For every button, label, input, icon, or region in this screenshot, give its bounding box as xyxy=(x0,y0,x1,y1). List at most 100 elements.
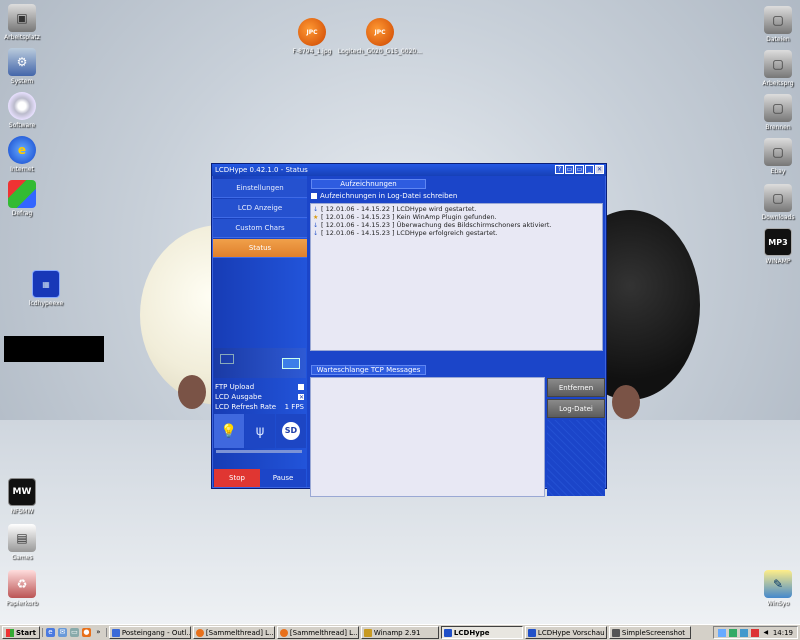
desktop-icon-internet[interactable]: e Internet xyxy=(0,136,50,173)
info-icon: ↓ xyxy=(313,205,319,213)
warning-icon: ★ xyxy=(313,213,319,221)
task-lcdhype-vorschau[interactable]: LCDHype Vorschau xyxy=(524,626,607,639)
desktop-icon-arbeitsprg[interactable]: ▢ Arbeitsprg xyxy=(750,50,800,87)
ie-quicklaunch-icon[interactable]: e xyxy=(45,628,55,637)
logfile-button[interactable]: Log-Datei xyxy=(547,399,605,418)
monitor-icon[interactable] xyxy=(739,628,748,637)
desktop-icon-brennen[interactable]: ▢ Brennen xyxy=(750,94,800,131)
arrows-icon xyxy=(220,354,234,364)
folder-icon: ▢ xyxy=(764,138,792,166)
help-button[interactable]: ? xyxy=(555,165,564,174)
jpg-file-icon: JPC xyxy=(298,18,326,46)
bulb-on-icon[interactable]: 💡 xyxy=(214,414,244,448)
brightness-slider[interactable] xyxy=(216,450,302,453)
lcdhype-icon xyxy=(443,628,452,637)
window-title: LCDHype 0.42.1.0 - Status xyxy=(215,166,308,174)
system-icon: ⚙ xyxy=(8,48,36,76)
sd-icon[interactable]: SD xyxy=(276,414,306,448)
log-list[interactable]: ↓ [ 12.01.06 - 14.15.22 ] LCDHype wird g… xyxy=(310,203,603,351)
pause-button[interactable]: Pause xyxy=(260,469,306,487)
desktop-icon-winsyo[interactable]: ✎ WinSyo xyxy=(750,570,800,607)
info-icon: ↓ xyxy=(313,229,319,237)
lcdhype-icon xyxy=(527,628,536,637)
outlook-quicklaunch-icon[interactable]: ✉ xyxy=(57,628,67,637)
start-button[interactable]: Start xyxy=(2,626,40,639)
action-icon-row: 💡 ψ SD xyxy=(214,414,306,448)
volume-icon[interactable]: ◀ xyxy=(762,629,770,637)
defrag-icon xyxy=(8,180,36,208)
sidebar-graphic xyxy=(214,348,306,378)
recycle-bin-icon: ♻ xyxy=(8,570,36,598)
ftp-upload-checkbox[interactable] xyxy=(298,383,304,390)
task-firefox-2[interactable]: [Sammelthread] L... xyxy=(276,626,359,639)
desktop-icon-software[interactable]: Software xyxy=(0,92,50,129)
log-entry: ↓ [ 12.01.06 - 14.15.23 ] LCDHype erfolg… xyxy=(313,229,498,237)
wallpaper-sheep-leg xyxy=(178,375,206,409)
log-entry: ★ [ 12.01.06 - 14.15.23 ] Kein WinAmp Pl… xyxy=(313,213,497,221)
sidebar: Einstellungen LCD Anzeige Custom Chars S… xyxy=(213,176,307,487)
folder-icon: ▢ xyxy=(764,6,792,34)
nav-einstellungen[interactable]: Einstellungen xyxy=(213,179,307,198)
lcd-screen-icon xyxy=(282,358,300,369)
folder-icon: ▢ xyxy=(764,184,792,212)
desktop-icon-system[interactable]: ⚙ System xyxy=(0,48,50,85)
log-to-file-option[interactable]: Aufzeichnungen in Log-Datei schreiben xyxy=(311,192,457,200)
desktop-icon-winamp[interactable]: MP3 WINAMP xyxy=(750,228,800,265)
folder-icon: ▢ xyxy=(764,94,792,122)
firefox-quicklaunch-icon[interactable]: ● xyxy=(81,628,91,637)
winsyo-icon: ✎ xyxy=(764,570,792,598)
restore-button[interactable]: ▭ xyxy=(575,165,584,174)
desktop-icon-lcdhypeexe[interactable]: ▦ lcdhypeexe xyxy=(18,270,74,307)
task-lcdhype[interactable]: LCDHype xyxy=(440,626,523,639)
nav-status[interactable]: Status xyxy=(213,239,307,258)
log-section-header: Aufzeichnungen xyxy=(311,179,426,189)
bulb-icon[interactable]: ψ xyxy=(245,414,275,448)
desktop-icon-ebay[interactable]: ▢ Ebay xyxy=(750,138,800,175)
nav-lcd-anzeige[interactable]: LCD Anzeige xyxy=(213,199,307,218)
task-winamp[interactable]: Winamp 2.91 xyxy=(360,626,439,639)
desktop-icon-defrag[interactable]: Defrag xyxy=(0,180,50,217)
firefox-icon xyxy=(279,628,288,637)
desktop-file-jpg-2[interactable]: JPC Logitech_G020_G15_0020... xyxy=(334,18,426,55)
mp3-icon: MP3 xyxy=(764,228,792,256)
lcdhype-window: LCDHype 0.42.1.0 - Status ? ▭ ▭ _ ✕ Eins… xyxy=(211,163,607,497)
desktop-icon-arbeitsplatz[interactable]: ▣ Arbeitsplatz xyxy=(0,4,50,41)
log-entry: ↓ [ 12.01.06 - 14.15.23 ] Überwachung de… xyxy=(313,221,552,229)
desktop-icon-papierkorb[interactable]: ♻ Papierkorb xyxy=(0,570,50,607)
nav-custom-chars[interactable]: Custom Chars xyxy=(213,219,307,238)
desktop-quicklaunch-icon[interactable]: ▭ xyxy=(69,628,79,637)
option-ftp-upload[interactable]: FTP Upload xyxy=(215,382,304,391)
desktop-icon-games[interactable]: ▤ Games xyxy=(0,524,50,561)
tile-button[interactable]: ▭ xyxy=(565,165,574,174)
tcp-message-list[interactable] xyxy=(310,377,545,497)
windows-logo-icon xyxy=(6,628,14,637)
alert-icon[interactable] xyxy=(750,628,759,637)
circuit-decoration xyxy=(547,420,605,496)
window-titlebar[interactable]: LCDHype 0.42.1.0 - Status ? ▭ ▭ _ ✕ xyxy=(212,164,606,176)
desktop-file-jpg-1[interactable]: JPC F-8794_1.jpg xyxy=(282,18,342,55)
redacted-area xyxy=(4,336,104,362)
desktop-icon-downloads[interactable]: ▢ Downloads xyxy=(750,184,800,221)
remove-button[interactable]: Entfernen xyxy=(547,378,605,397)
task-firefox-1[interactable]: [Sammelthread] L... xyxy=(192,626,275,639)
desktop-icon-dateien[interactable]: ▢ Dateien xyxy=(750,6,800,43)
firefox-icon xyxy=(195,628,204,637)
clock[interactable]: 14:19 xyxy=(773,629,793,637)
desktop-icon-nfsmw[interactable]: MW NFSMW xyxy=(0,478,50,515)
network-icon[interactable] xyxy=(717,628,726,637)
stop-button[interactable]: Stop xyxy=(214,469,260,487)
lcd-app-icon: ▦ xyxy=(32,270,60,298)
minimize-button[interactable]: _ xyxy=(585,165,594,174)
camera-icon xyxy=(611,628,620,637)
antivirus-icon[interactable] xyxy=(728,628,737,637)
close-button[interactable]: ✕ xyxy=(595,165,604,174)
option-lcd-ausgabe[interactable]: LCD Ausgabe ✕ xyxy=(215,392,304,401)
chevron-right-icon[interactable]: » xyxy=(94,628,103,637)
log-to-file-checkbox[interactable] xyxy=(311,193,317,199)
lcd-ausgabe-checkbox[interactable]: ✕ xyxy=(298,393,304,400)
taskbar: Start e ✉ ▭ ● » Posteingang - Outl... [S… xyxy=(0,624,800,640)
task-outlook[interactable]: Posteingang - Outl... xyxy=(108,626,191,639)
folder-icon: ▢ xyxy=(764,50,792,78)
log-entry: ↓ [ 12.01.06 - 14.15.22 ] LCDHype wird g… xyxy=(313,205,477,213)
task-simplescreenshot[interactable]: SimpleScreenshot xyxy=(608,626,691,639)
